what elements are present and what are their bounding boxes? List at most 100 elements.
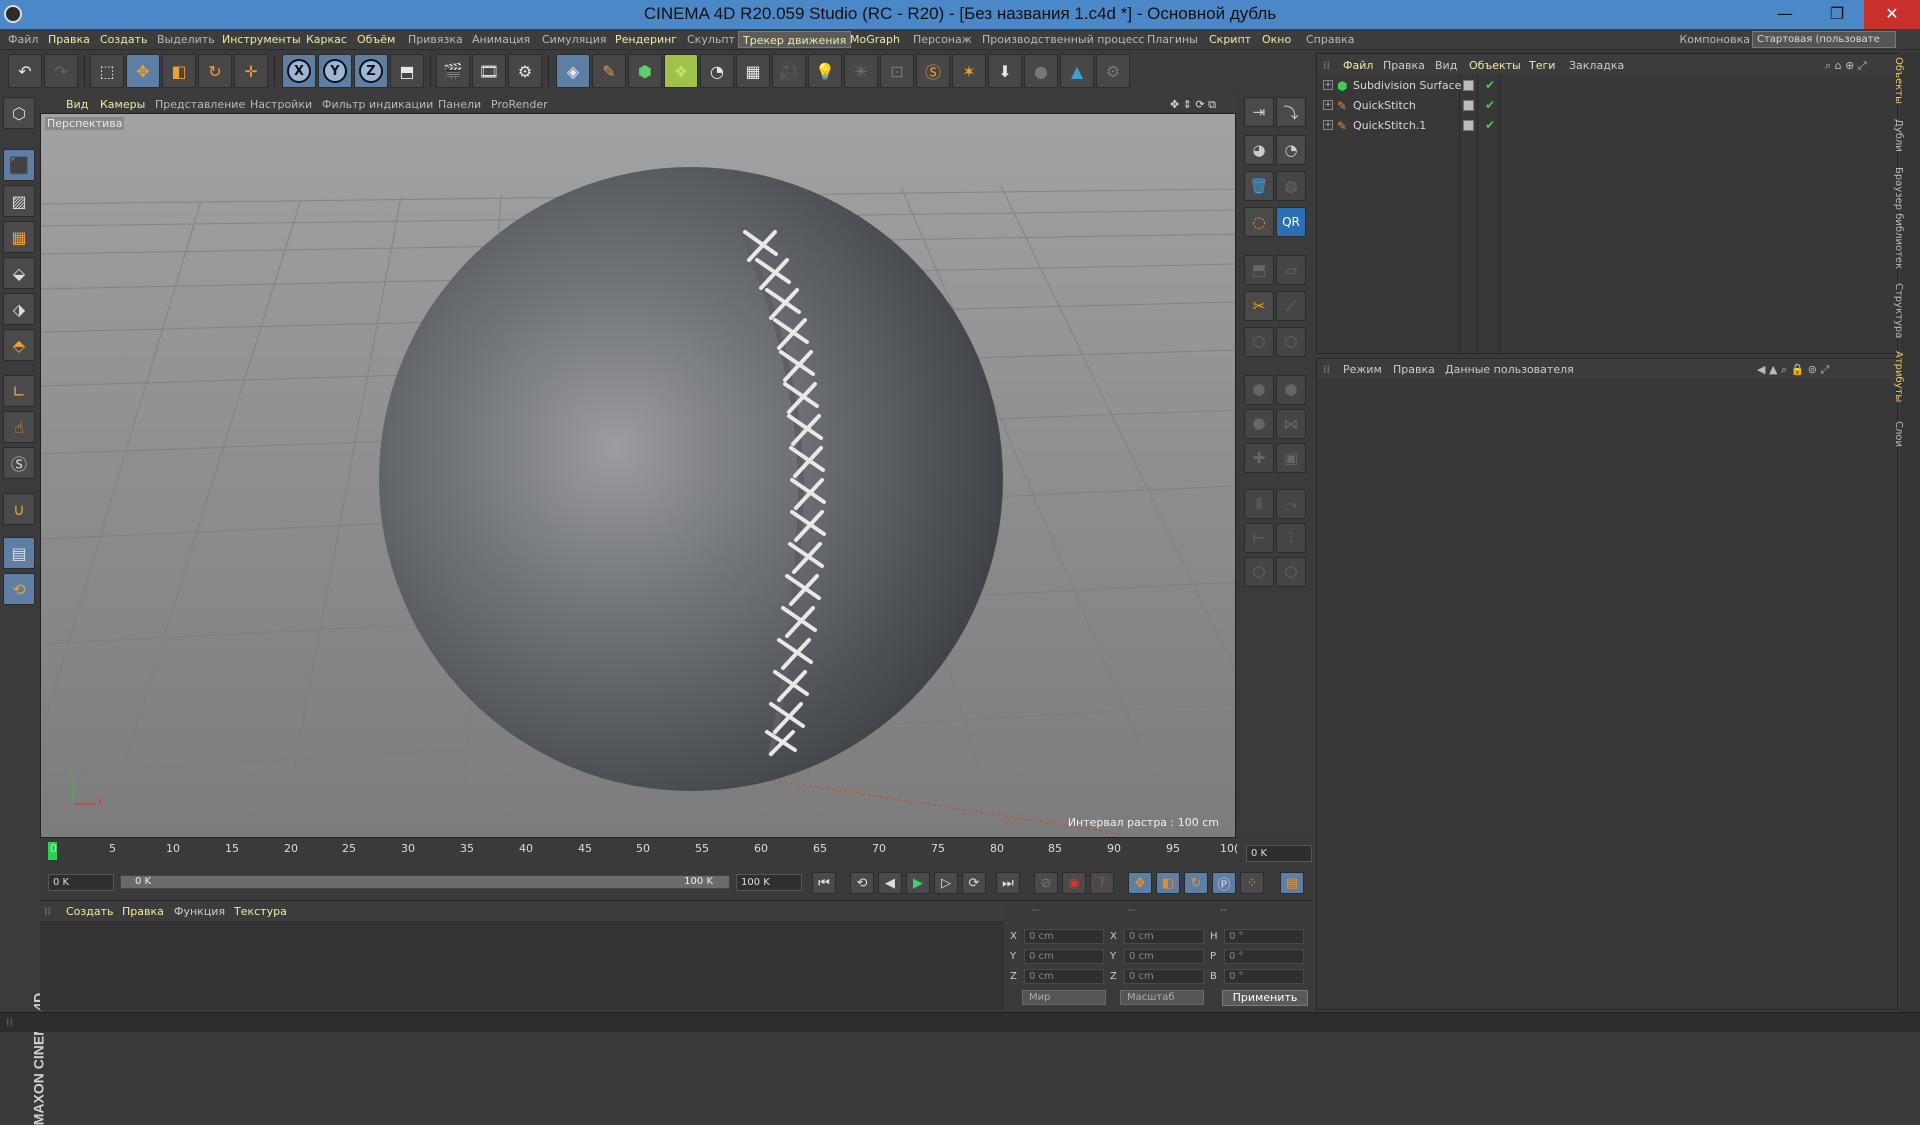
object-row[interactable]: + ✎ QuickStitch ✔ bbox=[1317, 96, 1899, 116]
psr-icon[interactable]: ⊡ bbox=[880, 54, 914, 88]
key-scale-icon[interactable]: ◧ bbox=[1156, 872, 1180, 894]
om-menu-edit[interactable]: Правка bbox=[1383, 59, 1425, 72]
tab-objects[interactable]: Объекты bbox=[1893, 57, 1920, 107]
menu-render[interactable]: Рендеринг bbox=[615, 33, 677, 46]
key-rotation-icon[interactable]: ↻ bbox=[1184, 872, 1208, 894]
quad-remesher-icon[interactable]: QR bbox=[1276, 207, 1306, 237]
size-y-field[interactable]: 0 cm bbox=[1124, 949, 1204, 964]
layer-tag-icon[interactable] bbox=[1463, 120, 1474, 131]
viewport-menu-panel[interactable]: Панели bbox=[438, 98, 481, 111]
rotation-p-field[interactable]: 0 ° bbox=[1224, 949, 1304, 964]
om-menu-bookmarks[interactable]: Закладка bbox=[1569, 59, 1624, 72]
add-point-icon[interactable]: ✚ bbox=[1244, 443, 1274, 473]
make-editable-icon[interactable]: ⬡ bbox=[3, 97, 35, 129]
points-mode-icon[interactable]: ⬙ bbox=[3, 257, 35, 289]
loop-select-icon[interactable]: ◌ bbox=[1244, 207, 1274, 237]
min-frame-field[interactable]: 0 K bbox=[48, 874, 114, 891]
symmetry-icon[interactable]: ✶ bbox=[952, 54, 986, 88]
visibility-check-icon[interactable]: ✔ bbox=[1485, 98, 1495, 112]
plane-icon[interactable]: ▱ bbox=[1276, 255, 1306, 285]
bridge-tool-icon[interactable]: ⇥ bbox=[1244, 97, 1274, 127]
menu-snap[interactable]: Привязка bbox=[408, 33, 463, 46]
menu-motion-tracker[interactable]: Трекер движения bbox=[738, 31, 852, 48]
viewport-menu-filter[interactable]: Фильтр индикации bbox=[322, 98, 433, 111]
go-to-end-icon[interactable]: ⏭ bbox=[996, 872, 1020, 894]
coordinate-system-icon[interactable]: ⬒ bbox=[390, 54, 424, 88]
viewport-navigation-icons[interactable]: ✥ ⇕ ⟳ ⧉ bbox=[1170, 98, 1216, 112]
size-x-field[interactable]: 0 cm bbox=[1124, 929, 1204, 944]
perspective-viewport[interactable]: Перспектива Y X Интервал растра : 100 cm bbox=[40, 113, 1236, 838]
expand-icon[interactable]: + bbox=[1323, 80, 1333, 90]
menu-animate[interactable]: Анимация bbox=[472, 33, 530, 46]
brush-tool-icon[interactable]: ⤵ bbox=[1276, 97, 1306, 127]
box-select-icon[interactable]: ⬡ bbox=[1244, 557, 1274, 587]
menu-select[interactable]: Выделить bbox=[157, 33, 215, 46]
apply-button[interactable]: Применить bbox=[1222, 990, 1308, 1006]
visibility-check-icon[interactable]: ✔ bbox=[1485, 118, 1495, 132]
gear-grey-icon[interactable]: ⚙ bbox=[1096, 54, 1130, 88]
om-header-icons[interactable]: ⌕ ⌂ ⊕ ⤢ bbox=[1825, 59, 1867, 73]
menu-script[interactable]: Скрипт bbox=[1209, 33, 1251, 46]
menu-simulate[interactable]: Симуляция bbox=[542, 33, 607, 46]
solo-mode-icon[interactable]: Ⓢ bbox=[3, 447, 35, 479]
pen-spline-icon[interactable]: ✎ bbox=[592, 54, 626, 88]
align-icon[interactable]: ⫴ bbox=[1244, 489, 1274, 519]
rotate-tool-icon[interactable]: ↻ bbox=[198, 54, 232, 88]
transform-tool-icon[interactable]: ✛ bbox=[234, 54, 268, 88]
layout-dropdown[interactable]: Стартовая (пользовате bbox=[1752, 31, 1896, 48]
cone-triangle-icon[interactable]: ▲ bbox=[1060, 54, 1094, 88]
menu-tools[interactable]: Инструменты bbox=[222, 33, 301, 46]
menu-help[interactable]: Справка bbox=[1306, 33, 1354, 46]
rotation-h-field[interactable]: 0 ° bbox=[1224, 929, 1304, 944]
am-menu-edit[interactable]: Правка bbox=[1393, 363, 1435, 376]
download-icon[interactable]: ⬇ bbox=[988, 54, 1022, 88]
render-settings-icon[interactable]: ⚙ bbox=[508, 54, 542, 88]
redo-icon[interactable]: ↷ bbox=[44, 54, 78, 88]
array-icon[interactable]: ❖ bbox=[664, 54, 698, 88]
sphere-grey-icon[interactable]: ● bbox=[1024, 54, 1058, 88]
live-selection-icon[interactable]: ⬚ bbox=[90, 54, 124, 88]
timeline-window-icon[interactable]: ▤ bbox=[1280, 872, 1304, 894]
cube-primitive-icon[interactable]: ◈ bbox=[556, 54, 590, 88]
om-menu-tags[interactable]: Теги bbox=[1529, 59, 1555, 72]
autokey-icon[interactable]: ? bbox=[1090, 872, 1114, 894]
maximize-button[interactable]: ❐ bbox=[1814, 0, 1860, 29]
axis-mode-icon[interactable]: ∟ bbox=[3, 375, 35, 407]
expand-icon[interactable]: + bbox=[1323, 120, 1333, 130]
snap-s-icon[interactable]: Ⓢ bbox=[916, 54, 950, 88]
viewport-camera-label[interactable]: Перспектива bbox=[45, 117, 125, 130]
box-select-2-icon[interactable]: ⬡ bbox=[1276, 557, 1306, 587]
scale-tool-icon[interactable]: ◧ bbox=[162, 54, 196, 88]
menu-plugins[interactable]: Плагины bbox=[1147, 33, 1198, 46]
material-menu-texture[interactable]: Текстура bbox=[234, 905, 287, 918]
menu-edit[interactable]: Правка bbox=[48, 33, 90, 46]
previous-frame-icon[interactable]: ◀ bbox=[878, 872, 902, 894]
cube-outline-2-icon[interactable]: ⬡ bbox=[1276, 327, 1306, 357]
floor-icon[interactable]: ▦ bbox=[736, 54, 770, 88]
go-to-start-icon[interactable]: ⏮ bbox=[812, 872, 836, 894]
viewport-menu-prorender[interactable]: ProRender bbox=[491, 98, 548, 111]
object-row[interactable]: + ✎ QuickStitch.1 ✔ bbox=[1317, 116, 1899, 136]
undo-icon[interactable]: ↶ bbox=[8, 54, 42, 88]
viewport-menu-display[interactable]: Представление bbox=[155, 98, 245, 111]
object-name[interactable]: Subdivision Surface bbox=[1353, 79, 1461, 92]
spread-icon[interactable]: ⤳ bbox=[1276, 489, 1306, 519]
menu-file[interactable]: Файл bbox=[8, 33, 38, 46]
size-mode-dropdown[interactable]: Масштаб bbox=[1120, 990, 1204, 1005]
tab-takes[interactable]: Дубли bbox=[1893, 119, 1920, 159]
key-parameter-icon[interactable]: Ⓟ bbox=[1212, 872, 1236, 894]
menu-volume[interactable]: Объём bbox=[357, 33, 395, 46]
layer-tag-icon[interactable] bbox=[1463, 100, 1474, 111]
material-menu-create[interactable]: Создать bbox=[66, 905, 114, 918]
timeline-ruler[interactable]: 0 5 10 15 20 25 30 35 40 45 50 55 60 65 … bbox=[40, 840, 1238, 864]
play-icon[interactable]: ▶ bbox=[906, 872, 930, 894]
stitch-icon[interactable]: ▣ bbox=[1276, 443, 1306, 473]
texture-mode-icon[interactable]: ▨ bbox=[3, 185, 35, 217]
weld-icon[interactable]: ⬣ bbox=[1244, 409, 1274, 439]
model-mode-icon[interactable]: ⬛ bbox=[3, 149, 35, 181]
material-menu-function[interactable]: Функция bbox=[174, 905, 225, 918]
tab-attributes[interactable]: Атрибуты bbox=[1893, 351, 1920, 411]
tweak-mode-icon[interactable]: ☝ bbox=[3, 411, 35, 443]
render-to-picture-viewer-icon[interactable]: 🎞 bbox=[472, 54, 506, 88]
mesh-sphere-icon[interactable]: ◍ bbox=[1276, 171, 1306, 201]
